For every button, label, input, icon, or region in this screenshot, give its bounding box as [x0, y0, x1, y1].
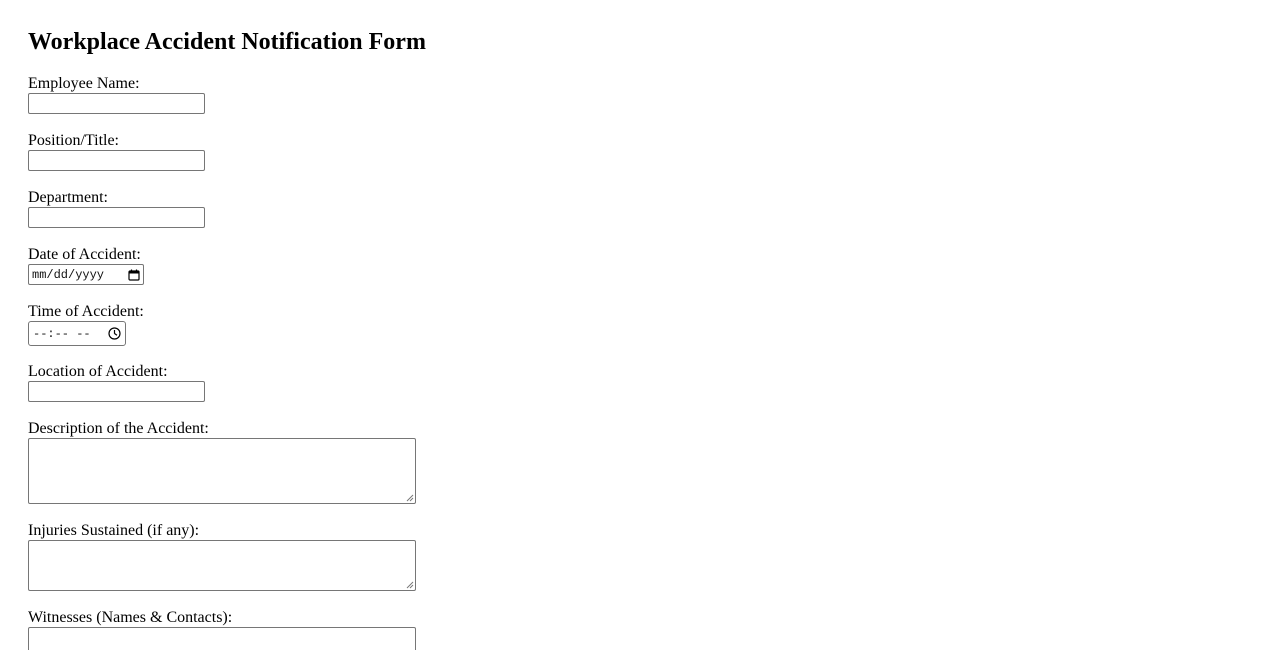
- position-title-label: Position/Title:: [28, 132, 119, 149]
- injuries-label: Injuries Sustained (if any):: [28, 522, 200, 539]
- time-of-accident-input[interactable]: --:-- --: [28, 321, 126, 346]
- injuries-field: Injuries Sustained (if any):: [28, 522, 416, 591]
- description-field: Description of the Accident:: [28, 420, 416, 504]
- witnesses-label: Witnesses (Names & Contacts):: [28, 609, 233, 626]
- date-of-accident-field: Date of Accident: mm/dd/yyyy: [28, 246, 144, 285]
- date-of-accident-input[interactable]: mm/dd/yyyy: [28, 264, 144, 285]
- location-of-accident-label: Location of Accident:: [28, 363, 168, 380]
- employee-name-input[interactable]: [28, 93, 205, 114]
- witnesses-textarea[interactable]: [28, 627, 416, 650]
- date-of-accident-label: Date of Accident:: [28, 246, 141, 263]
- position-title-input[interactable]: [28, 150, 205, 171]
- witnesses-field: Witnesses (Names & Contacts):: [28, 609, 416, 650]
- time-of-accident-label: Time of Accident:: [28, 303, 144, 320]
- position-title-field: Position/Title:: [28, 132, 205, 171]
- form-title: Workplace Accident Notification Form: [28, 29, 426, 55]
- date-placeholder: mm/dd/yyyy: [32, 267, 105, 282]
- department-input[interactable]: [28, 207, 205, 228]
- time-of-accident-field: Time of Accident: --:-- --: [28, 303, 144, 346]
- injuries-textarea[interactable]: [28, 540, 416, 591]
- description-label: Description of the Accident:: [28, 420, 209, 437]
- employee-name-field: Employee Name:: [28, 75, 205, 114]
- description-textarea[interactable]: [28, 438, 416, 504]
- resize-grip-icon[interactable]: [406, 494, 414, 502]
- location-of-accident-field: Location of Accident:: [28, 363, 205, 402]
- clock-icon[interactable]: [108, 327, 121, 340]
- time-placeholder: --:-- --: [33, 326, 91, 341]
- department-field: Department:: [28, 189, 205, 228]
- employee-name-label: Employee Name:: [28, 75, 140, 92]
- department-label: Department:: [28, 189, 108, 206]
- location-of-accident-input[interactable]: [28, 381, 205, 402]
- calendar-icon[interactable]: [128, 269, 140, 281]
- resize-grip-icon[interactable]: [406, 581, 414, 589]
